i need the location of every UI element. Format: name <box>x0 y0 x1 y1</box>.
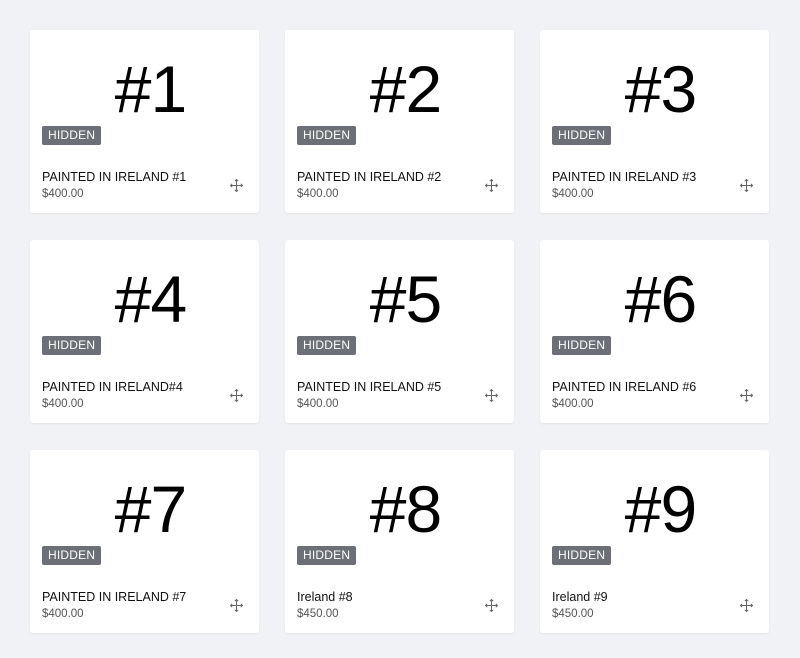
product-thumbnail-label: #7 <box>114 472 187 546</box>
product-title[interactable]: PAINTED IN IRELAND #5 <box>297 380 441 394</box>
hidden-badge: HIDDEN <box>42 126 102 145</box>
product-card[interactable]: #4 HIDDEN PAINTED IN IRELAND#4 $400.00 <box>30 240 259 423</box>
product-thumbnail[interactable]: #5 <box>285 240 514 340</box>
product-thumbnail[interactable]: #4 <box>30 240 259 340</box>
product-thumbnail-label: #8 <box>369 472 442 546</box>
move-icon[interactable] <box>485 599 498 612</box>
product-card[interactable]: #6 HIDDEN PAINTED IN IRELAND #6 $400.00 <box>540 240 769 423</box>
move-icon[interactable] <box>740 599 753 612</box>
product-thumbnail-label: #3 <box>624 52 697 126</box>
move-icon[interactable] <box>485 389 498 402</box>
product-card[interactable]: #2 HIDDEN PAINTED IN IRELAND #2 $400.00 <box>285 30 514 213</box>
product-thumbnail[interactable]: #6 <box>540 240 769 340</box>
product-title[interactable]: PAINTED IN IRELAND #6 <box>552 380 696 394</box>
product-title[interactable]: PAINTED IN IRELAND#4 <box>42 380 183 394</box>
hidden-badge: HIDDEN <box>552 546 612 565</box>
product-card[interactable]: #7 HIDDEN PAINTED IN IRELAND #7 $400.00 <box>30 450 259 633</box>
product-title[interactable]: PAINTED IN IRELAND #1 <box>42 170 186 184</box>
move-icon[interactable] <box>230 389 243 402</box>
move-icon[interactable] <box>230 599 243 612</box>
product-thumbnail[interactable]: #9 <box>540 450 769 550</box>
product-title[interactable]: Ireland #9 <box>552 590 608 604</box>
hidden-badge: HIDDEN <box>42 546 102 565</box>
product-price: $400.00 <box>297 188 339 200</box>
product-price: $400.00 <box>42 398 84 410</box>
product-card[interactable]: #3 HIDDEN PAINTED IN IRELAND #3 $400.00 <box>540 30 769 213</box>
hidden-badge: HIDDEN <box>297 546 357 565</box>
move-icon[interactable] <box>230 179 243 192</box>
product-price: $400.00 <box>297 398 339 410</box>
product-price: $450.00 <box>297 608 339 620</box>
product-thumbnail[interactable]: #8 <box>285 450 514 550</box>
product-title[interactable]: Ireland #8 <box>297 590 353 604</box>
product-price: $400.00 <box>552 398 594 410</box>
product-thumbnail[interactable]: #1 <box>30 30 259 130</box>
product-card[interactable]: #9 HIDDEN Ireland #9 $450.00 <box>540 450 769 633</box>
product-thumbnail[interactable]: #2 <box>285 30 514 130</box>
product-thumbnail[interactable]: #3 <box>540 30 769 130</box>
hidden-badge: HIDDEN <box>552 336 612 355</box>
product-thumbnail-label: #9 <box>624 472 697 546</box>
product-thumbnail-label: #1 <box>114 52 187 126</box>
hidden-badge: HIDDEN <box>297 336 357 355</box>
product-thumbnail-label: #6 <box>624 262 697 336</box>
product-thumbnail-label: #4 <box>114 262 187 336</box>
product-card[interactable]: #8 HIDDEN Ireland #8 $450.00 <box>285 450 514 633</box>
product-card[interactable]: #1 HIDDEN PAINTED IN IRELAND #1 $400.00 <box>30 30 259 213</box>
product-title[interactable]: PAINTED IN IRELAND #3 <box>552 170 696 184</box>
product-thumbnail[interactable]: #7 <box>30 450 259 550</box>
hidden-badge: HIDDEN <box>297 126 357 145</box>
move-icon[interactable] <box>740 179 753 192</box>
move-icon[interactable] <box>740 389 753 402</box>
product-thumbnail-label: #5 <box>369 262 442 336</box>
product-price: $400.00 <box>42 188 84 200</box>
product-price: $400.00 <box>42 608 84 620</box>
product-grid: #1 HIDDEN PAINTED IN IRELAND #1 $400.00 … <box>30 30 769 633</box>
hidden-badge: HIDDEN <box>552 126 612 145</box>
product-thumbnail-label: #2 <box>369 52 442 126</box>
product-title[interactable]: PAINTED IN IRELAND #2 <box>297 170 441 184</box>
product-price: $400.00 <box>552 188 594 200</box>
move-icon[interactable] <box>485 179 498 192</box>
hidden-badge: HIDDEN <box>42 336 102 355</box>
product-price: $450.00 <box>552 608 594 620</box>
product-title[interactable]: PAINTED IN IRELAND #7 <box>42 590 186 604</box>
product-card[interactable]: #5 HIDDEN PAINTED IN IRELAND #5 $400.00 <box>285 240 514 423</box>
